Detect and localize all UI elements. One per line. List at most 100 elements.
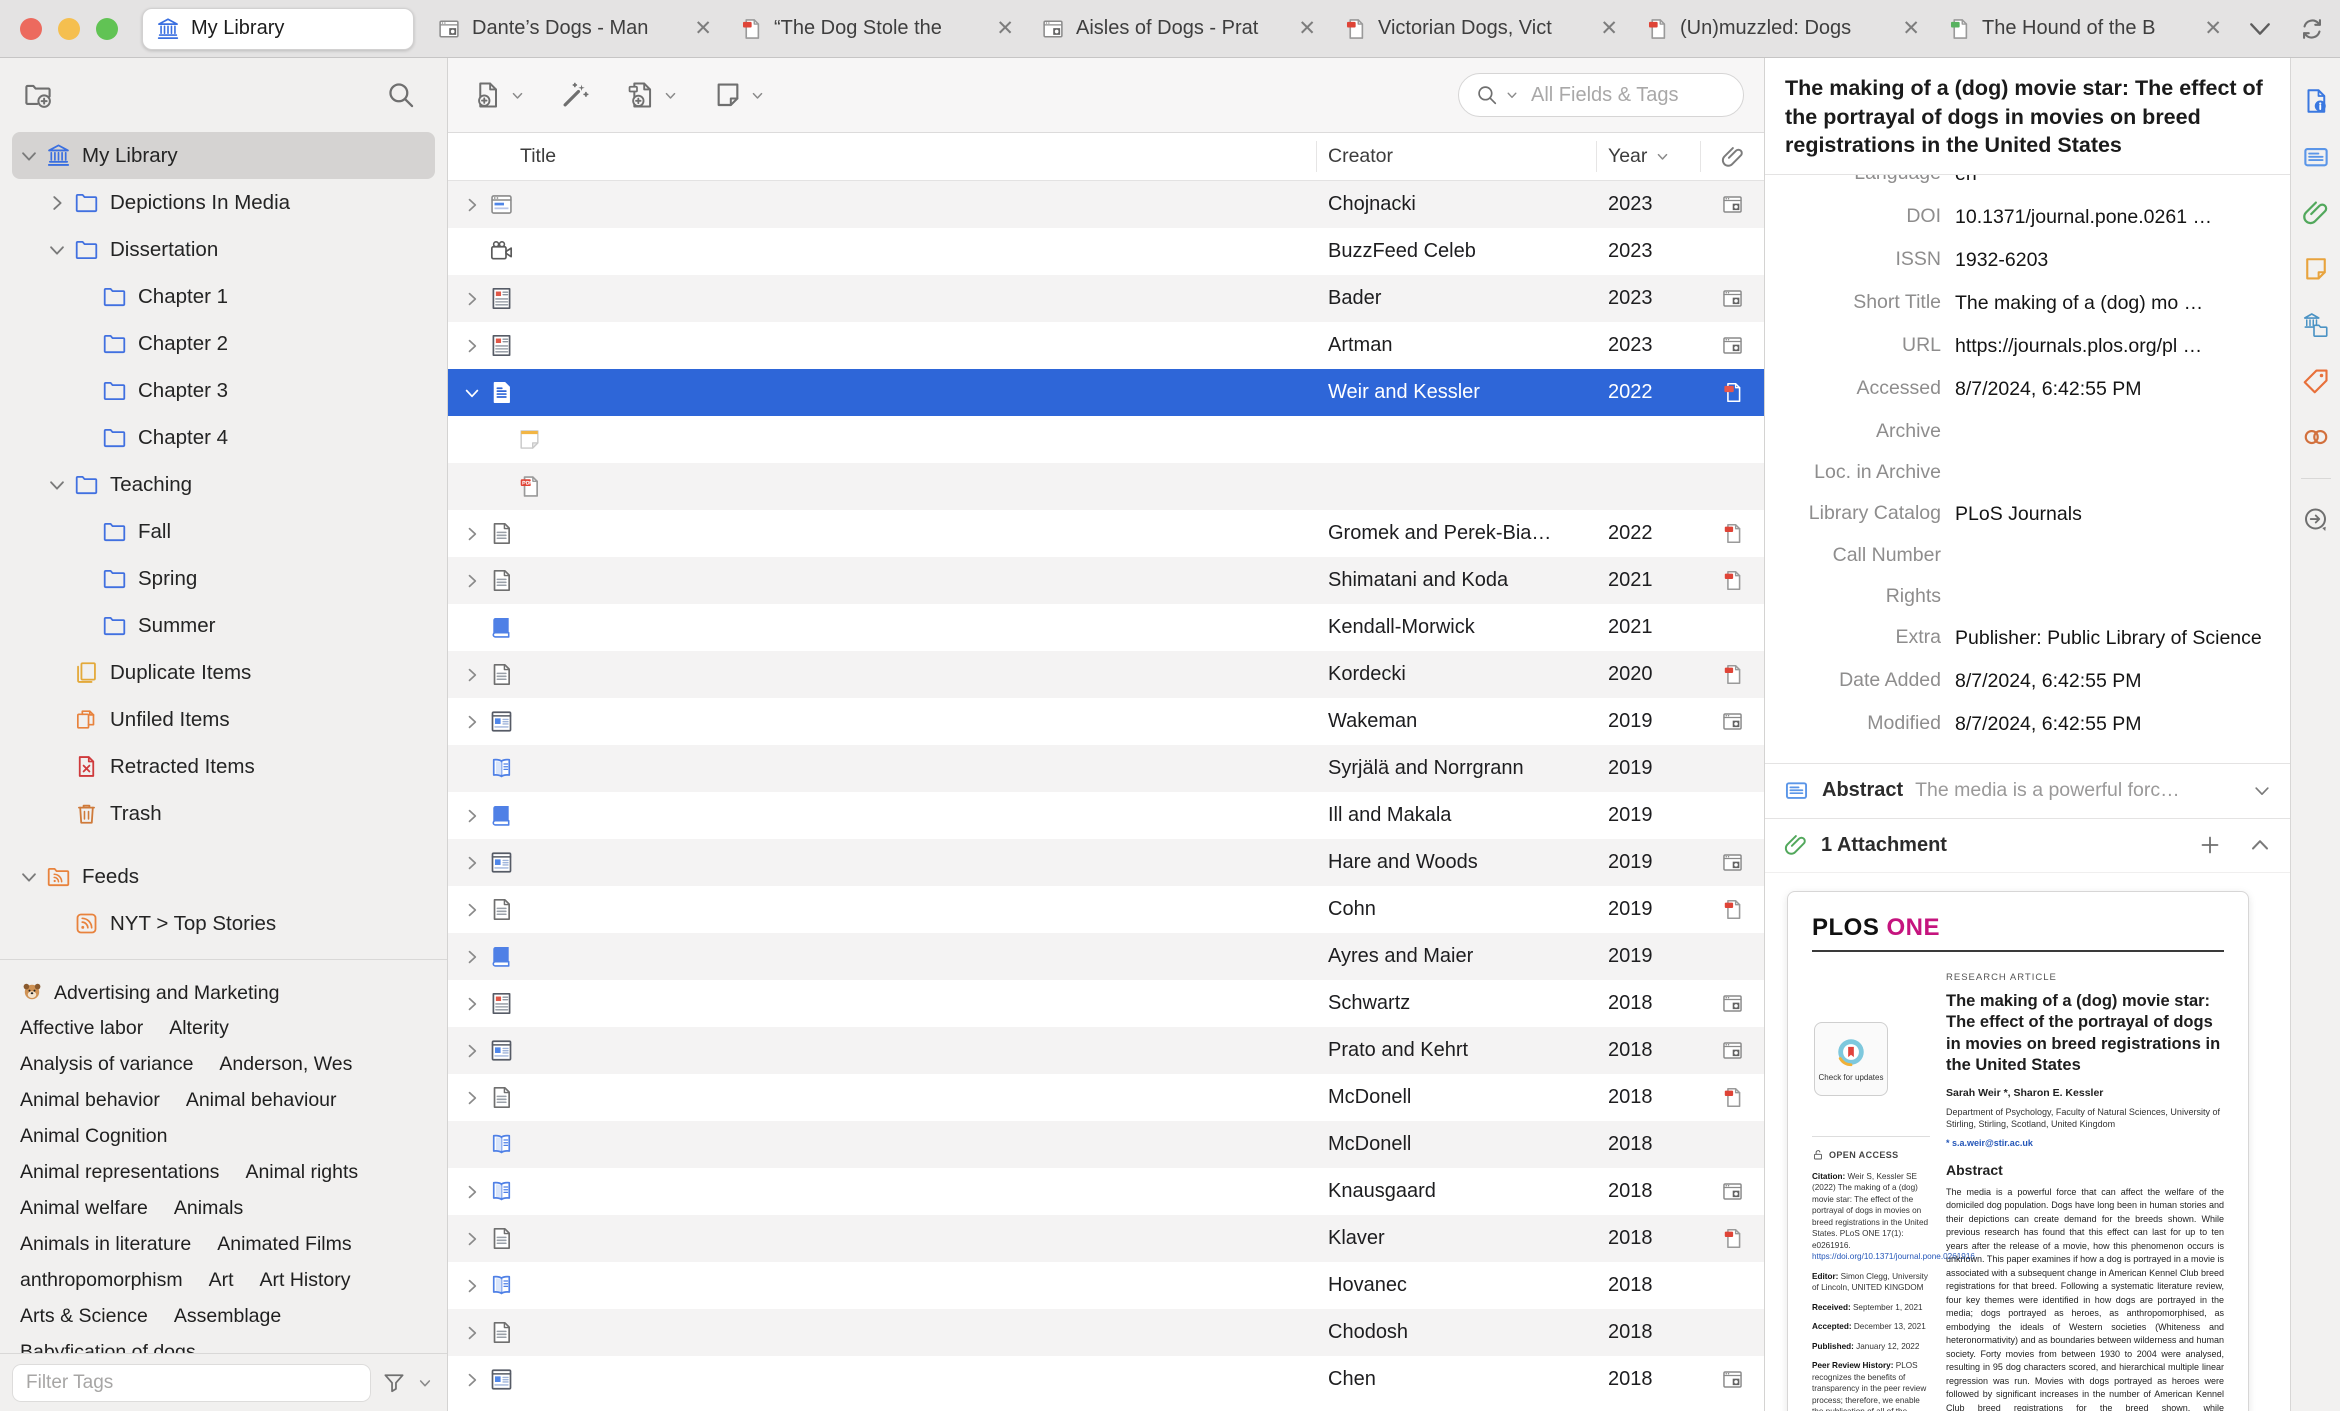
field-value[interactable]: The making of a (dog) mo … [1955, 282, 2272, 325]
locate-icon[interactable] [2301, 505, 2331, 535]
chevron-right-icon[interactable] [462, 336, 482, 356]
chevron-down-icon[interactable] [18, 145, 40, 167]
tag-item[interactable]: Animal representations [20, 1161, 219, 1184]
chevron-right-icon[interactable] [462, 947, 482, 967]
table-row[interactable]: Animals and Their Children in Victorian … [448, 933, 1764, 980]
abstract-section[interactable]: Abstract The media is a powerful forc… [1765, 762, 2290, 819]
field-value[interactable] [1955, 535, 2272, 576]
search-scope-chevron-icon[interactable] [1505, 88, 1519, 102]
sidebar-item-summer[interactable]: Summer [12, 602, 435, 649]
tag-item[interactable]: Animal Cognition [20, 1125, 167, 1148]
chevron-right-icon[interactable] [462, 289, 482, 309]
tab-libraries-collections-icon[interactable] [2301, 310, 2331, 340]
sidebar-item-chapter-2[interactable]: Chapter 2 [12, 320, 435, 367]
table-row[interactable]: Thomas Hardy and Animals by Anna West, a… [448, 1074, 1764, 1121]
sidebar-item-my-library[interactable]: My Library [12, 132, 435, 179]
tag-item[interactable]: Animal behavior [20, 1089, 160, 1112]
tag-item[interactable]: Assemblage [174, 1305, 281, 1328]
tab-my-library[interactable]: My Library [142, 7, 414, 50]
tag-item[interactable]: Animal rights [245, 1161, 358, 1184]
attachments-section-header[interactable]: 1 Attachment [1765, 819, 2290, 873]
collapse-attachments-icon[interactable] [2248, 833, 2272, 857]
table-row[interactable]: Aisles of DogsPrato and Kehrt2018 [448, 1027, 1764, 1074]
tag-options-chevron-icon[interactable] [417, 1375, 433, 1391]
table-row[interactable]: Good Boy: Canine Representation in Cinem… [448, 1309, 1764, 1356]
new-item-chevron-icon[interactable] [510, 88, 525, 103]
sidebar-item-unfiled-items[interactable]: Unfiled Items [12, 696, 435, 743]
chevron-down-icon[interactable] [18, 866, 40, 888]
sidebar-item-nyt-top-stories[interactable]: NYT > Top Stories [12, 900, 435, 947]
new-attachment-chevron-icon[interactable] [663, 88, 678, 103]
field-value[interactable]: 8/7/2024, 6:42:55 PM [1955, 660, 2272, 703]
column-header-year[interactable]: Year [1608, 145, 1670, 168]
chevron-down-icon[interactable] [46, 239, 68, 261]
chevron-right-icon[interactable] [462, 195, 482, 215]
field-value[interactable]: PLoS Journals [1955, 493, 2272, 536]
chevron-right-icon[interactable] [462, 571, 482, 591]
tab-victorian-dogs-vict[interactable]: Victorian Dogs, Vict ✕ [1330, 8, 1632, 50]
sidebar-item-fall[interactable]: Fall [12, 508, 435, 555]
close-tab-icon[interactable]: ✕ [2202, 16, 2224, 41]
column-header-creator[interactable]: Creator [1328, 145, 1393, 168]
tag-item[interactable]: Animal behaviour [186, 1089, 337, 1112]
close-tab-icon[interactable]: ✕ [1900, 16, 1922, 41]
table-row[interactable]: Why Are There So Many Books About Dogs?H… [448, 839, 1764, 886]
tab-aisles-of-dogs-prat[interactable]: Aisles of Dogs - Prat ✕ [1028, 8, 1330, 50]
sidebar-search-icon[interactable] [385, 79, 417, 111]
chevron-right-icon[interactable] [462, 1041, 482, 1061]
sidebar-item-depictions-in-media[interactable]: Depictions In Media [12, 179, 435, 226]
close-tab-icon[interactable]: ✕ [1296, 16, 1318, 41]
close-tab-icon[interactable]: ✕ [692, 16, 714, 41]
table-row[interactable]: How the Humanization of Pets Is Changing… [448, 181, 1764, 228]
chevron-right-icon[interactable] [462, 900, 482, 920]
field-value[interactable]: 8/7/2024, 6:42:55 PM [1955, 368, 2272, 411]
new-note-button[interactable] [712, 79, 744, 111]
table-row[interactable]: Dogs and Cats and Their Relationships wi… [448, 557, 1764, 604]
chevron-down-icon[interactable] [46, 474, 68, 496]
tab-related-icon[interactable] [2301, 422, 2331, 452]
chevron-right-icon[interactable] [462, 1276, 482, 1296]
close-tab-icon[interactable]: ✕ [1598, 16, 1620, 41]
tab-info-icon[interactable] [2301, 86, 2331, 116]
chevron-right-icon[interactable] [462, 524, 482, 544]
table-row[interactable]: A Dog's Box-Office JourneyWakeman2019 [448, 698, 1764, 745]
window-controls[interactable] [0, 17, 142, 40]
sidebar-item-chapter-4[interactable]: Chapter 4 [12, 414, 435, 461]
sync-icon[interactable] [2298, 15, 2326, 43]
chevron-right-icon[interactable] [462, 1229, 482, 1249]
sidebar-item-chapter-1[interactable]: Chapter 1 [12, 273, 435, 320]
tab--the-dog-stole-the-[interactable]: “The Dog Stole the ✕ [726, 8, 1028, 50]
tag-item[interactable]: Animals in literature [20, 1233, 191, 1256]
tag-item[interactable]: Alterity [169, 1017, 229, 1040]
sidebar-item-chapter-3[interactable]: Chapter 3 [12, 367, 435, 414]
sidebar-item-dissertation[interactable]: Dissertation [12, 226, 435, 273]
sidebar-item-retracted-items[interactable]: Retracted Items [12, 743, 435, 790]
tab-dante-s-dogs-man[interactable]: Dante’s Dogs - Man ✕ [424, 8, 726, 50]
chevron-right-icon[interactable] [462, 806, 482, 826]
field-value[interactable]: 1932-6203 [1955, 239, 2272, 282]
sidebar-item-spring[interactable]: Spring [12, 555, 435, 602]
table-row[interactable]: Ryan Gosling & Margot Robbie: The Puppy … [448, 228, 1764, 275]
field-value[interactable] [1955, 452, 2272, 493]
filter-tags-input[interactable] [12, 1363, 371, 1402]
tag-item[interactable]: anthropomorphism [20, 1269, 183, 1292]
tag-item[interactable]: Advertising and Marketing [20, 979, 279, 1005]
table-row[interactable]: The Trouble with Dogs for a WriterKnausg… [448, 1168, 1764, 1215]
tag-item[interactable]: Arts & Science [20, 1305, 148, 1328]
tag-item[interactable]: Animal welfare [20, 1197, 148, 1220]
table-row[interactable]: Well, Has a Single Good Author Ever Owne… [448, 1262, 1764, 1309]
table-row[interactable]: True love and the nonhuman: Shakespeare'… [448, 651, 1764, 698]
abstract-expand-chevron-icon[interactable] [2252, 781, 2272, 801]
table-row[interactable]: “The dog hero has been critical to the s… [448, 416, 1764, 463]
table-row[interactable]: The Cat-and-Dog Theory of Attachment Sty… [448, 322, 1764, 369]
field-value[interactable] [1955, 411, 2272, 452]
tab-abstract-icon[interactable] [2301, 142, 2331, 172]
zoom-window-button[interactable] [96, 17, 118, 40]
table-row[interactable]: Why is pet goods consumption imperceptib… [448, 510, 1764, 557]
sidebar-item-feeds[interactable]: Feeds [12, 853, 435, 900]
items-search-input[interactable] [1531, 83, 1727, 107]
tab-list-chevron-icon[interactable] [2246, 15, 2274, 43]
table-row[interactable]: Full Text PDF [448, 463, 1764, 510]
tag-item[interactable]: Art [209, 1269, 234, 1292]
column-header-attachment-icon[interactable] [1720, 144, 1746, 170]
